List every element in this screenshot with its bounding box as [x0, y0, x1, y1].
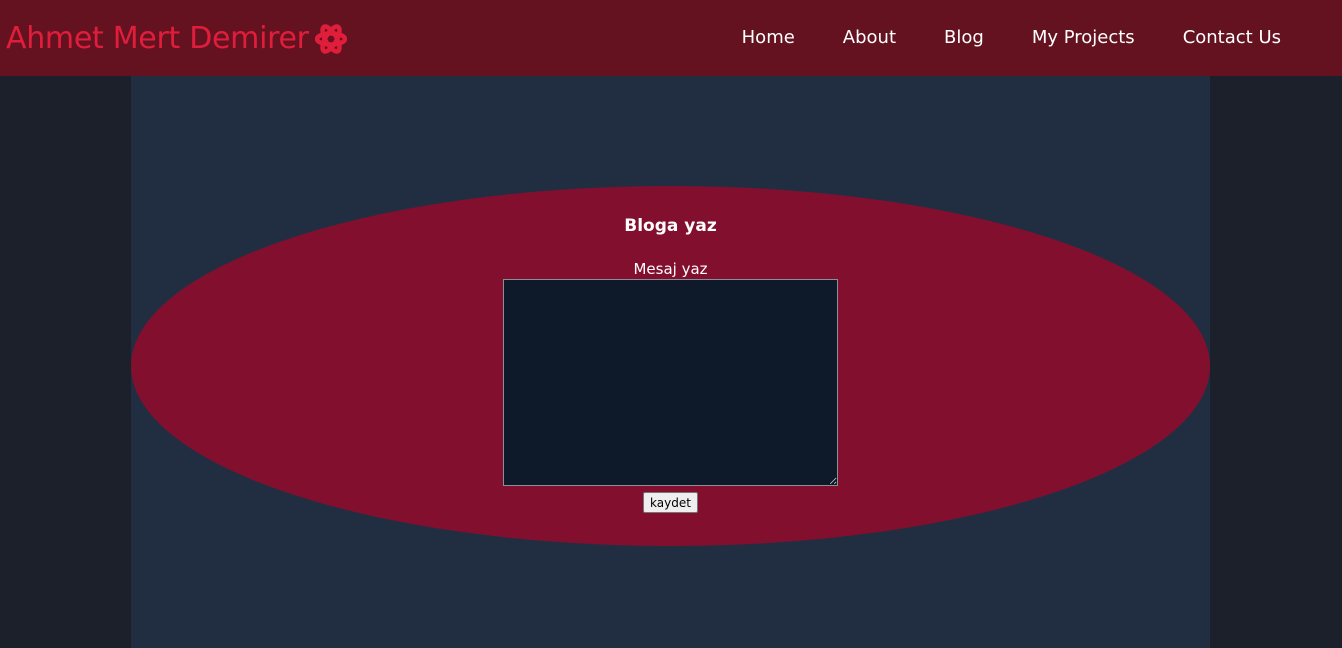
top-navbar: Ahmet Mert Demirer Home About Blog My Pr…	[0, 0, 1342, 76]
brand-link[interactable]: Ahmet Mert Demirer	[6, 0, 347, 76]
main-content: Bloga yaz Mesaj yaz kaydet	[131, 76, 1210, 648]
nav-link-contact-us[interactable]: Contact Us	[1183, 27, 1281, 48]
nav-link-home[interactable]: Home	[742, 27, 795, 48]
blog-form-title: Bloga yaz	[624, 216, 717, 236]
brand-name: Ahmet Mert Demirer	[6, 20, 309, 56]
nav-link-about[interactable]: About	[843, 27, 896, 48]
save-button[interactable]: kaydet	[643, 492, 698, 513]
atom-icon	[314, 24, 347, 54]
nav-link-my-projects[interactable]: My Projects	[1032, 27, 1135, 48]
message-label: Mesaj yaz	[633, 260, 708, 278]
nav-link-blog[interactable]: Blog	[944, 27, 984, 48]
message-textarea[interactable]	[503, 279, 838, 486]
nav-links: Home About Blog My Projects Contact Us	[742, 0, 1342, 76]
